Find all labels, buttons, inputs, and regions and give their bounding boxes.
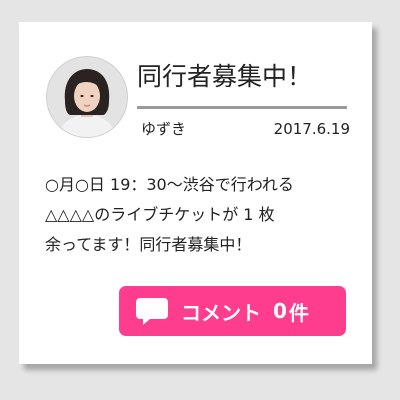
author-name[interactable]: ゆずき bbox=[141, 119, 186, 139]
post-body-line: ○月○日 19：30～渋谷で行われる bbox=[45, 175, 294, 194]
avatar[interactable] bbox=[47, 57, 127, 137]
speech-bubble-icon bbox=[136, 298, 168, 325]
post-body-line: 余ってます！同行者募集中！ bbox=[45, 235, 252, 254]
post-body-line: △△△△のライブチケットが 1 枚 bbox=[45, 205, 275, 224]
user-avatar-photo bbox=[47, 57, 127, 137]
post-date: 2017.6.19 bbox=[273, 120, 350, 138]
title-divider bbox=[137, 106, 347, 109]
comment-count: 0 bbox=[273, 299, 287, 323]
comment-label: コメント bbox=[181, 300, 261, 325]
comment-count-unit: 件 bbox=[288, 300, 309, 325]
post-body: ○月○日 19：30～渋谷で行われる △△△△のライブチケットが 1 枚 余って… bbox=[45, 170, 355, 260]
post-title: 同行者募集中！ bbox=[137, 62, 313, 91]
post-card: 同行者募集中！ ゆずき 2017.6.19 ○月○日 19：30～渋谷で行われる… bbox=[19, 22, 372, 364]
comment-button[interactable]: コメント 0 件 bbox=[119, 286, 346, 336]
